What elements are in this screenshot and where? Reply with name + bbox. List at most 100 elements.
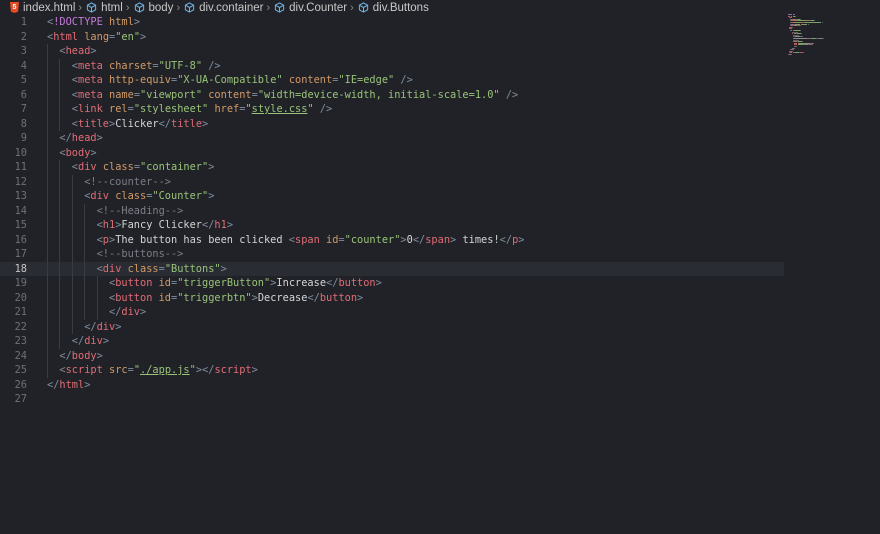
code-line[interactable]: 24 </body> bbox=[0, 348, 784, 363]
code-token: body bbox=[65, 146, 91, 159]
code-line[interactable]: 21 </div> bbox=[0, 305, 784, 320]
code-token: script bbox=[214, 364, 252, 376]
code-line[interactable]: 6 <meta name="viewport" content="width=de… bbox=[0, 87, 784, 102]
breadcrumb-item[interactable]: div.Counter bbox=[274, 2, 347, 14]
code-line[interactable]: 26 </html> bbox=[0, 378, 784, 393]
code-line[interactable]: 20 <button id="triggerbtn">Decrease</butt… bbox=[0, 290, 784, 305]
line-number: 12 bbox=[14, 175, 27, 188]
indent-guide bbox=[96, 276, 98, 291]
line-number: 6 bbox=[20, 88, 27, 101]
code-text: </div> bbox=[72, 334, 109, 349]
code-token: "counter" bbox=[344, 233, 401, 246]
code-text: <title>Clicker</title> bbox=[72, 117, 208, 132]
line-number: 26 bbox=[14, 378, 27, 391]
minimap-mark bbox=[813, 42, 814, 44]
code-text: <head> bbox=[59, 44, 96, 59]
line-number: 14 bbox=[14, 204, 27, 217]
line-number: 7 bbox=[20, 103, 27, 115]
breadcrumb-item[interactable]: div.Buttons bbox=[358, 2, 429, 14]
code-token: > bbox=[518, 233, 525, 246]
minimap-mark bbox=[823, 38, 824, 39]
code-token: > bbox=[202, 117, 209, 130]
indent-guide bbox=[59, 58, 61, 73]
code-line[interactable]: 12 <!--counter--> bbox=[0, 174, 784, 189]
code-text: <script src="./app.js"></script> bbox=[59, 363, 257, 378]
code-line[interactable]: 18 <div class="Buttons"> bbox=[0, 261, 784, 276]
code-text: <body> bbox=[59, 146, 96, 161]
line-number: 16 bbox=[14, 233, 27, 246]
indent-guide bbox=[71, 305, 73, 320]
code-token: id bbox=[158, 277, 172, 289]
code-line[interactable]: 5 <meta http-equiv="X-UA-Compatible" cont… bbox=[0, 73, 784, 88]
indent-guide bbox=[47, 363, 48, 378]
code-line[interactable]: 19 <button id="triggerButton">Increase</b… bbox=[0, 276, 784, 291]
code-token: "width=device-width, initial-scale=1.0" bbox=[257, 88, 500, 101]
code-line[interactable]: 27 bbox=[0, 392, 784, 407]
code-token: Increase bbox=[276, 277, 327, 289]
breadcrumb-item[interactable]: div.container bbox=[184, 2, 263, 14]
indent-guide bbox=[59, 247, 61, 262]
code-line[interactable]: 2 <html lang="en"> bbox=[0, 30, 784, 45]
code-line[interactable]: 7 <link rel="stylesheet" href="style.css"… bbox=[0, 102, 784, 117]
code-line[interactable]: 9 </head> bbox=[0, 131, 784, 146]
indent-guide bbox=[59, 290, 61, 305]
code-line[interactable]: 3 <head> bbox=[0, 44, 784, 59]
indent-guide bbox=[71, 319, 73, 334]
code-token: html bbox=[59, 378, 85, 391]
code-line[interactable]: 13 <div class="Counter"> bbox=[0, 189, 784, 204]
code-token: > bbox=[226, 219, 234, 231]
indent-guide bbox=[47, 348, 48, 363]
code-token: meta bbox=[78, 74, 103, 86]
code-line[interactable]: 10 <body> bbox=[0, 145, 784, 161]
code-token: html bbox=[109, 16, 134, 28]
minimap-mark bbox=[791, 26, 793, 28]
cube-icon bbox=[358, 2, 369, 13]
code-line[interactable]: 23 </div> bbox=[0, 334, 784, 349]
code-text: <!--Heading--> bbox=[97, 204, 184, 219]
code-editor[interactable]: 1 <!DOCTYPE html> 2 <html lang="en"> 3 <head>… bbox=[0, 15, 784, 407]
code-line[interactable]: 11 <div class="container"> bbox=[0, 160, 784, 175]
indent-guide bbox=[47, 261, 48, 276]
code-line[interactable]: 17 <!--buttons--> bbox=[0, 247, 784, 262]
minimap[interactable] bbox=[788, 14, 868, 64]
code-token: times! bbox=[456, 233, 500, 246]
line-number: 19 bbox=[14, 277, 27, 289]
chevron-right-icon: › bbox=[350, 1, 354, 14]
code-line[interactable]: 16 <p>The button has been clicked <span i… bbox=[0, 232, 784, 247]
indent-guide bbox=[59, 87, 61, 102]
code-text: </div> bbox=[109, 305, 146, 320]
code-token: </ bbox=[158, 117, 172, 130]
code-token: name bbox=[109, 88, 134, 101]
line-number: 27 bbox=[14, 393, 27, 405]
breadcrumb-item[interactable]: body bbox=[134, 2, 173, 14]
indent-guide bbox=[59, 174, 61, 189]
code-token: "IE=edge" bbox=[338, 74, 395, 86]
minimap-mark bbox=[794, 15, 796, 17]
code-token: id bbox=[326, 233, 339, 246]
breadcrumb-item[interactable]: 5 index.html bbox=[10, 2, 75, 14]
code-token: "X-UA-Compatible" bbox=[177, 74, 283, 86]
breadcrumb: 5 index.html › html › body › div.container › div.… bbox=[0, 0, 880, 15]
code-line[interactable]: 4 <meta charset="UTF-8" /> bbox=[0, 58, 784, 73]
code-token: > bbox=[208, 161, 215, 173]
indent-guide bbox=[84, 247, 86, 262]
code-line[interactable]: 25 <script src="./app.js"></script> bbox=[0, 363, 784, 378]
line-number: 2 bbox=[20, 30, 27, 43]
code-text: <div class="container"> bbox=[72, 160, 215, 175]
code-line[interactable]: 8 <title>Clicker</title> bbox=[0, 116, 784, 132]
code-line[interactable]: 1 <!DOCTYPE html> bbox=[0, 15, 784, 30]
indent-guide bbox=[59, 102, 61, 117]
line-number: 20 bbox=[14, 291, 27, 304]
code-line[interactable]: 15 <h1>Fancy Clicker</h1> bbox=[0, 218, 784, 233]
code-line[interactable]: 14 <!--Heading--> bbox=[0, 203, 784, 219]
code-token: div bbox=[84, 335, 103, 347]
code-token: "triggerbtn" bbox=[177, 291, 252, 304]
indent-guide bbox=[59, 276, 61, 291]
code-token: Fancy Clicker bbox=[121, 219, 202, 231]
indent-guide bbox=[47, 131, 48, 146]
code-token: rel bbox=[109, 103, 128, 115]
indent-guide bbox=[59, 218, 61, 233]
code-line[interactable]: 22 </div> bbox=[0, 319, 784, 334]
breadcrumb-item[interactable]: html bbox=[86, 2, 123, 14]
code-token: charset bbox=[109, 59, 153, 72]
